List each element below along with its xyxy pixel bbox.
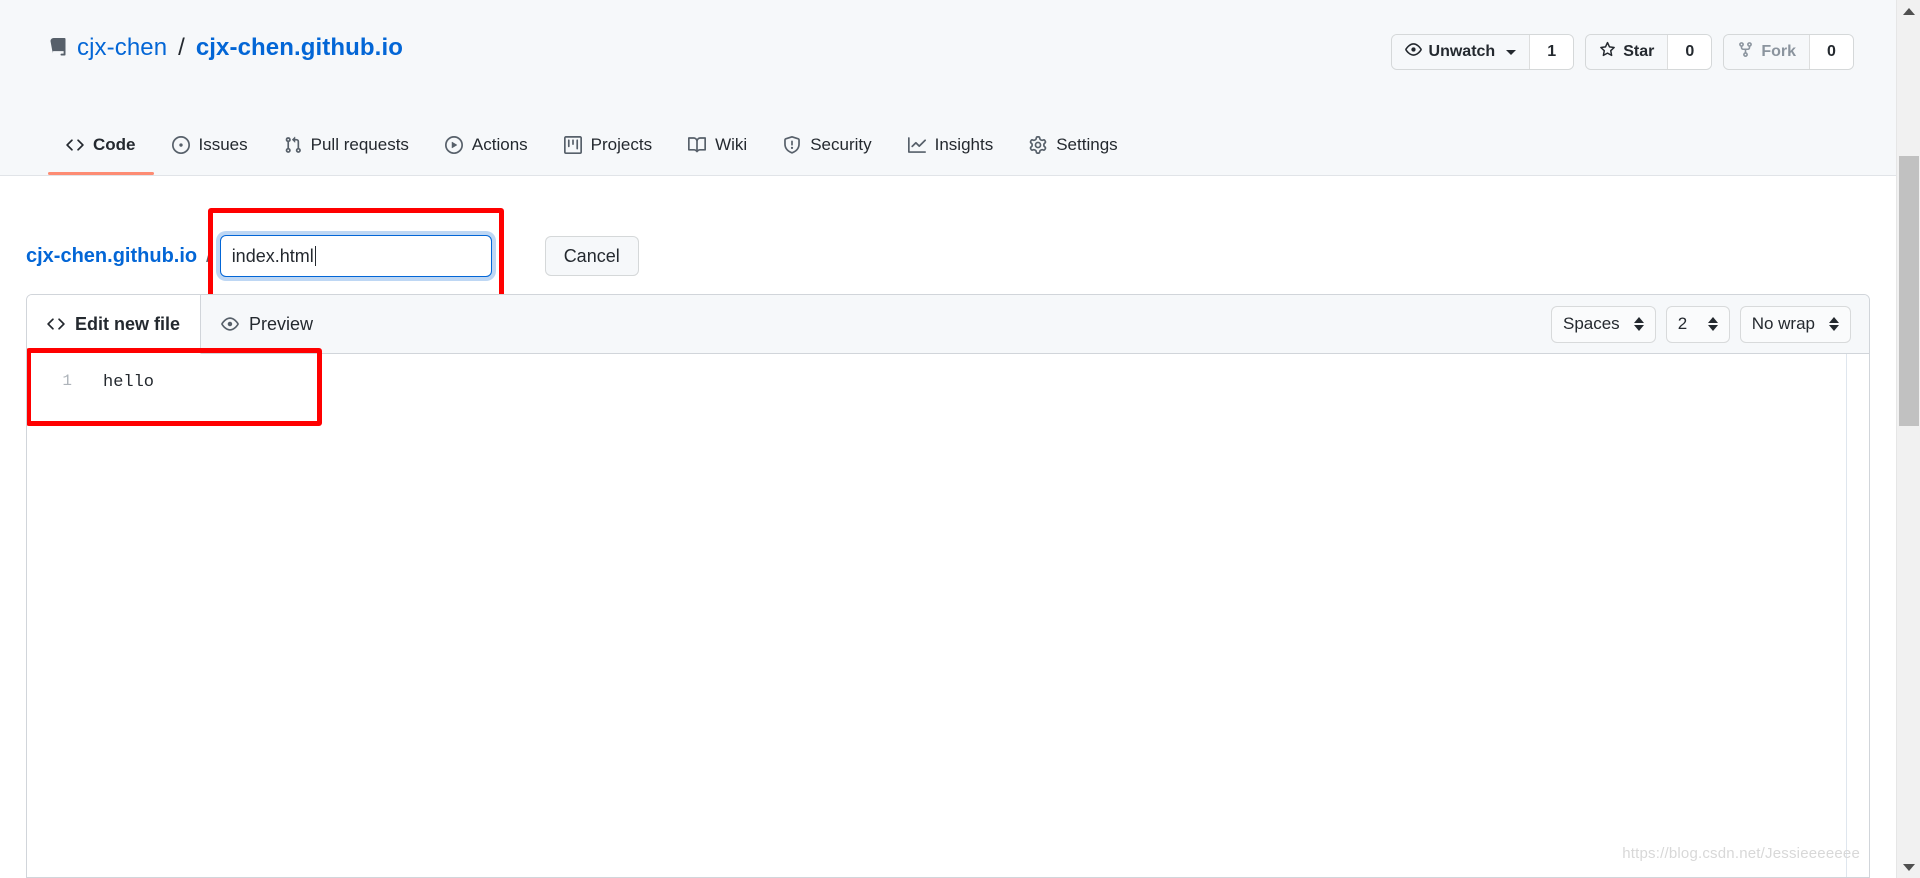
unwatch-button[interactable]: Unwatch <box>1391 35 1530 69</box>
file-path-row: cjx-chen.github.io / index.html Cancel <box>26 208 639 302</box>
filename-input-wrapper: index.html <box>207 208 504 302</box>
repo-icon <box>48 38 68 58</box>
scroll-down-arrow-icon[interactable] <box>1897 856 1920 878</box>
code-editor-area[interactable]: 1 hello <box>27 348 1869 877</box>
tab-actions[interactable]: Actions <box>427 115 546 175</box>
top-strip <box>0 0 1896 4</box>
tab-wiki-label: Wiki <box>715 135 748 154</box>
line-number: 1 <box>62 372 72 390</box>
filename-input[interactable]: index.html <box>219 235 492 277</box>
tab-issues[interactable]: Issues <box>154 115 266 175</box>
line-wrap-value: No wrap <box>1751 314 1815 333</box>
tab-security[interactable]: Security <box>765 115 889 175</box>
tab-security-label: Security <box>810 135 872 154</box>
editor-toolbar: Edit new file Preview Spaces 2 No wrap <box>27 295 1869 354</box>
watch-count[interactable]: 1 <box>1529 35 1574 69</box>
code-line: hello <box>103 373 155 392</box>
tab-projects-label: Projects <box>590 135 653 154</box>
chevron-updown-icon <box>1707 317 1718 331</box>
git-pull-request-icon <box>284 136 302 154</box>
line-number-gutter: 1 <box>27 354 83 877</box>
watermark: https://blog.csdn.net/Jessieeeeeee <box>1622 845 1860 862</box>
gear-icon <box>1029 136 1047 154</box>
star-icon <box>1599 41 1616 63</box>
breadcrumb-separator: / <box>206 244 212 267</box>
repo-actions: Unwatch 1 Star 0 Fork 0 <box>1390 34 1854 70</box>
code-icon <box>66 136 84 154</box>
tab-edit-new-file-label: Edit new file <box>75 313 181 334</box>
tab-preview[interactable]: Preview <box>201 295 333 353</box>
fork-button[interactable]: Fork <box>1724 35 1809 69</box>
watch-button-group: Unwatch 1 <box>1390 34 1575 70</box>
fork-label: Fork <box>1761 43 1796 60</box>
issue-opened-icon <box>171 136 190 154</box>
tab-settings-label: Settings <box>1056 135 1118 154</box>
tab-settings[interactable]: Settings <box>1011 115 1135 175</box>
file-editor: Edit new file Preview Spaces 2 No wrap 1… <box>26 294 1870 878</box>
unwatch-label: Unwatch <box>1428 43 1496 60</box>
tab-pull-requests[interactable]: Pull requests <box>266 115 427 175</box>
tab-pull-requests-label: Pull requests <box>310 135 409 154</box>
repo-owner-link[interactable]: cjx-chen <box>77 34 167 62</box>
github-new-file-page: cjx-chen / cjx-chen.github.io Unwatch 1 <box>0 0 1920 878</box>
tab-edit-new-file[interactable]: Edit new file <box>27 295 202 354</box>
indent-width-value: 2 <box>1677 314 1688 333</box>
repo-nav-tabs: Code Issues Pull requests Actions Projec… <box>48 115 1136 175</box>
repo-title: cjx-chen / cjx-chen.github.io <box>48 34 403 62</box>
project-icon <box>563 136 582 154</box>
filename-value: index.html <box>231 245 314 266</box>
shield-icon <box>783 136 801 154</box>
book-icon <box>688 136 707 154</box>
star-label: Star <box>1623 43 1655 60</box>
tab-insights-label: Insights <box>934 135 994 154</box>
tab-code[interactable]: Code <box>48 115 154 175</box>
tab-actions-label: Actions <box>471 135 528 154</box>
tab-insights[interactable]: Insights <box>890 115 1012 175</box>
editor-inner-divider <box>1846 354 1847 877</box>
code-content[interactable]: hello <box>83 354 1869 877</box>
editor-options: Spaces 2 No wrap <box>1550 295 1869 353</box>
line-wrap-select[interactable]: No wrap <box>1739 305 1851 343</box>
eye-icon <box>1404 41 1422 63</box>
scroll-up-arrow-icon[interactable] <box>1897 0 1920 22</box>
tab-wiki[interactable]: Wiki <box>670 115 765 175</box>
indent-width-select[interactable]: 2 <box>1665 305 1730 343</box>
code-icon <box>47 315 65 333</box>
indent-mode-value: Spaces <box>1562 314 1620 333</box>
scrollbar-thumb[interactable] <box>1899 156 1919 426</box>
indent-mode-select[interactable]: Spaces <box>1550 305 1656 343</box>
chevron-updown-icon <box>1633 317 1644 331</box>
tab-projects[interactable]: Projects <box>546 115 670 175</box>
tab-issues-label: Issues <box>198 135 248 154</box>
star-count[interactable]: 0 <box>1667 35 1712 69</box>
eye-icon <box>221 315 239 333</box>
fork-icon <box>1737 41 1754 63</box>
fork-count[interactable]: 0 <box>1809 35 1853 69</box>
chevron-updown-icon <box>1829 317 1839 331</box>
star-button[interactable]: Star <box>1586 35 1668 69</box>
play-icon <box>444 136 463 154</box>
repo-header: cjx-chen / cjx-chen.github.io Unwatch 1 <box>0 0 1896 176</box>
fork-button-group: Fork 0 <box>1723 34 1854 70</box>
chevron-down-icon <box>1506 49 1517 55</box>
repo-name-link[interactable]: cjx-chen.github.io <box>196 34 403 62</box>
repo-separator: / <box>178 34 185 61</box>
text-cursor <box>314 246 317 266</box>
cancel-button[interactable]: Cancel <box>544 236 639 276</box>
star-button-group: Star 0 <box>1585 34 1713 70</box>
graph-icon <box>907 136 926 154</box>
browser-scrollbar[interactable] <box>1896 0 1920 878</box>
breadcrumb-repo-link[interactable]: cjx-chen.github.io <box>26 245 197 268</box>
tab-code-label: Code <box>93 135 136 154</box>
tab-preview-label: Preview <box>249 313 314 334</box>
